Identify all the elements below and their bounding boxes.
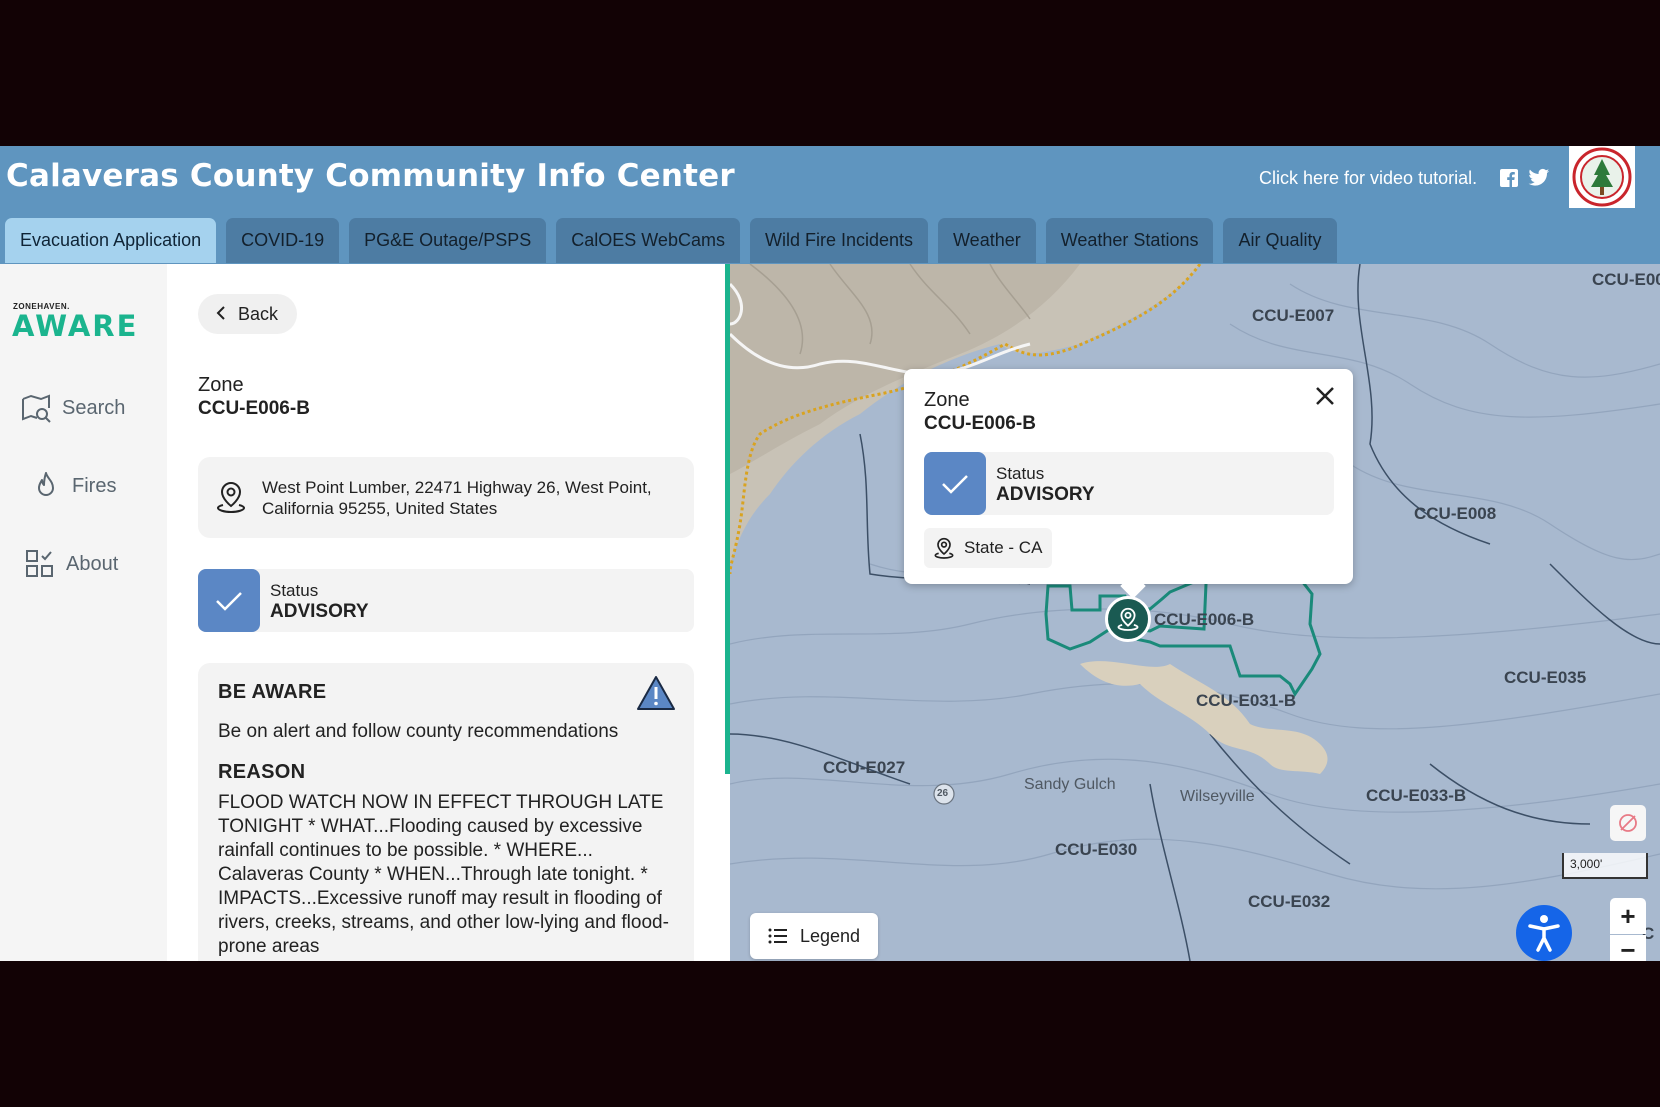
be-aware-text: Be on alert and follow county recommenda…: [218, 721, 619, 742]
map-scale: 3,000': [1562, 853, 1648, 879]
popup-state-label: State - CA: [964, 538, 1043, 557]
map-search-icon: [22, 394, 51, 423]
reason-heading: REASON: [218, 761, 306, 783]
place-label-wilseyville: Wilseyville: [1180, 788, 1255, 805]
reason-text: FLOOD WATCH NOW IN EFFECT THROUGH LATE T…: [218, 792, 669, 957]
zone-label: Zone: [198, 374, 244, 396]
sidebar-item-label: About: [66, 552, 119, 575]
highway-shield: 26: [937, 788, 949, 799]
sidebar: ZONEHAVEN. AWARE Search Fires About: [0, 264, 167, 961]
grid-check-icon: [26, 550, 53, 577]
advisory-info-card: BE AWARE Be on alert and follow county r…: [198, 663, 694, 961]
list-icon: [768, 928, 787, 944]
location-pin-icon: [216, 481, 246, 513]
check-icon: [924, 452, 986, 515]
address-text: West Point Lumber, 22471 Highway 26, Wes…: [262, 478, 652, 518]
status-value: ADVISORY: [270, 601, 369, 622]
back-button[interactable]: Back: [198, 294, 297, 334]
legend-button[interactable]: Legend: [750, 913, 878, 959]
tab-evacuation-application[interactable]: Evacuation Application: [5, 218, 217, 263]
zone-label-ccu-e031-b[interactable]: CCU-E031-B: [1196, 691, 1296, 711]
content-area: ZONEHAVEN. AWARE Search Fires About Back: [0, 264, 1660, 961]
zone-popup: Zone CCU-E006-B Status ADVISORY State - …: [904, 369, 1353, 599]
zone-label-ccu-e006-b[interactable]: CCU-E006-B: [1154, 610, 1254, 630]
tab-pge-outage-psps[interactable]: PG&E Outage/PSPS: [349, 218, 547, 263]
header: Calaveras County Community Info Center C…: [0, 146, 1660, 216]
county-seal-logo: [1569, 146, 1635, 208]
sidebar-item-fires[interactable]: Fires: [30, 470, 116, 502]
flame-icon: [38, 472, 54, 496]
zone-label-ccu-e00[interactable]: CCU-E00: [1592, 270, 1660, 290]
letterbox-top: [0, 0, 1660, 146]
accessibility-icon[interactable]: [1516, 905, 1572, 961]
tab-weather[interactable]: Weather: [938, 218, 1036, 263]
popup-status-value: ADVISORY: [996, 484, 1095, 505]
popup-zone-label: Zone: [924, 389, 970, 411]
legend-label: Legend: [800, 925, 861, 946]
popup-zone-name: CCU-E006-B: [924, 413, 1036, 434]
status-label: Status: [270, 581, 319, 600]
zone-details-panel: Back Zone CCU-E006-B West Point Lumber, …: [167, 264, 725, 961]
address-card: West Point Lumber, 22471 Highway 26, Wes…: [198, 457, 694, 538]
place-label-sandy-gulch: Sandy Gulch: [1024, 776, 1116, 793]
zoom-in-button[interactable]: +: [1610, 898, 1646, 934]
twitter-icon[interactable]: [1528, 168, 1550, 188]
back-label: Back: [238, 303, 279, 324]
zone-label-ccu-e033-b[interactable]: CCU-E033-B: [1366, 786, 1466, 806]
close-icon[interactable]: [1314, 385, 1336, 407]
status-card: Status ADVISORY: [198, 569, 694, 632]
app-window: Calaveras County Community Info Center C…: [0, 146, 1660, 961]
be-aware-heading: BE AWARE: [218, 681, 327, 703]
zone-label-ccu-e032[interactable]: CCU-E032: [1248, 892, 1330, 912]
sidebar-item-label: Search: [62, 396, 126, 419]
letterbox-bottom: [0, 961, 1660, 1107]
zoom-out-button[interactable]: −: [1610, 935, 1646, 961]
sidebar-item-label: Fires: [72, 474, 117, 497]
tab-air-quality[interactable]: Air Quality: [1223, 218, 1337, 263]
logo-aware: AWARE: [12, 309, 139, 343]
sidebar-item-search[interactable]: Search: [20, 392, 125, 424]
zone-label-ccu-e030[interactable]: CCU-E030: [1055, 840, 1137, 860]
compass-icon[interactable]: [1610, 805, 1646, 841]
map-view[interactable]: CCU-E00 CCU-E007 CCU-E008 CCU-E006-B CCU…: [730, 264, 1660, 961]
zone-marker-pin-icon[interactable]: [1105, 596, 1151, 642]
video-tutorial-link[interactable]: Click here for video tutorial.: [1259, 168, 1477, 189]
zone-name: CCU-E006-B: [198, 398, 310, 419]
zone-label-ccu-e027[interactable]: CCU-E027: [823, 758, 905, 778]
popup-status-card: Status ADVISORY: [924, 452, 1334, 515]
popup-state-chip: State - CA: [924, 528, 1052, 568]
zone-label-ccu-e008[interactable]: CCU-E008: [1414, 504, 1496, 524]
tab-caloes-webcams[interactable]: CalOES WebCams: [556, 218, 740, 263]
tab-wild-fire-incidents[interactable]: Wild Fire Incidents: [749, 218, 929, 263]
sidebar-item-about[interactable]: About: [24, 548, 118, 580]
tab-weather-stations[interactable]: Weather Stations: [1045, 218, 1214, 263]
app-title: Calaveras County Community Info Center: [6, 158, 735, 194]
zone-label-ccu-e035[interactable]: CCU-E035: [1504, 668, 1586, 688]
warning-icon: [636, 675, 676, 716]
location-pin-icon: [934, 537, 954, 559]
zone-label-ccu-e007[interactable]: CCU-E007: [1252, 306, 1334, 326]
tab-covid-19[interactable]: COVID-19: [226, 218, 340, 263]
facebook-icon[interactable]: [1499, 168, 1519, 188]
chevron-left-icon: [216, 304, 226, 325]
popup-status-label: Status: [996, 464, 1045, 483]
tab-bar: Evacuation Application COVID-19 PG&E Out…: [5, 218, 1337, 264]
check-icon: [198, 569, 260, 632]
